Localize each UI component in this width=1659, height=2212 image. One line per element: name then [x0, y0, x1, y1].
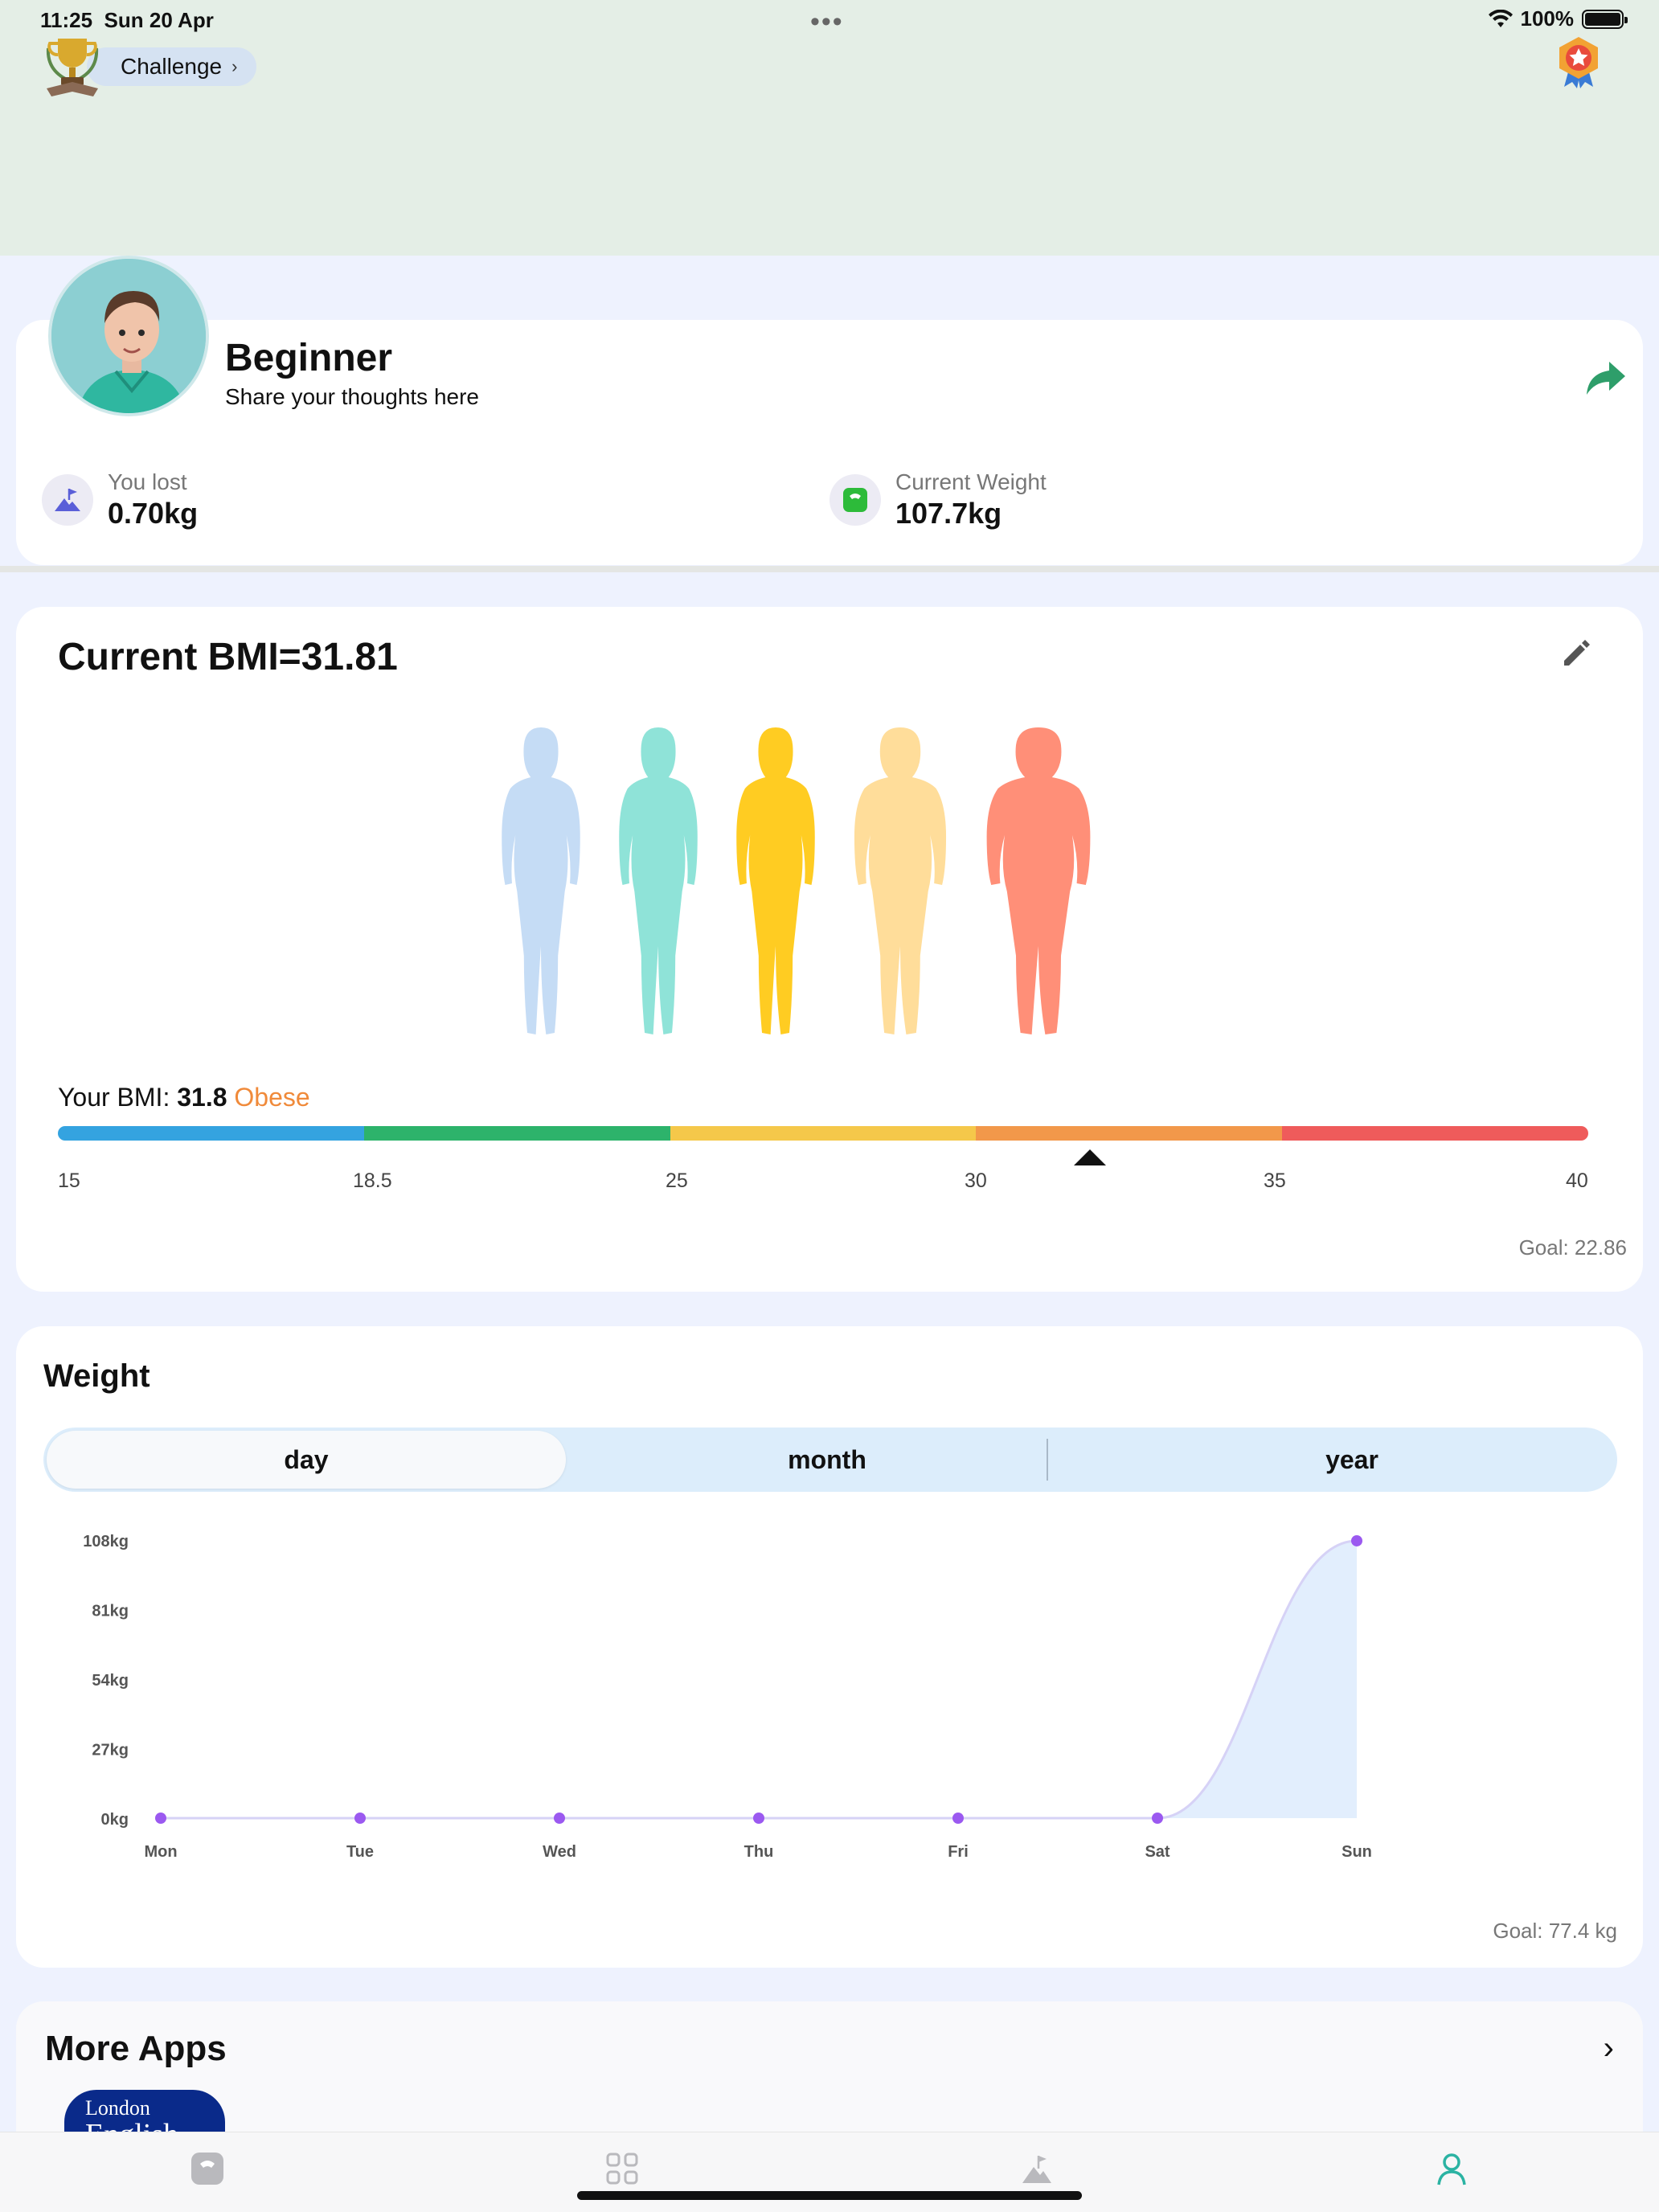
series-line [161, 1539, 1358, 1820]
mountain-tab-icon[interactable] [1019, 2151, 1055, 2186]
x-tick-label: Sun [1342, 1843, 1372, 1861]
status-indicators: 100% [1488, 6, 1628, 31]
body-figure-icon [986, 727, 1091, 1034]
segment-separator [1047, 1439, 1048, 1481]
star-badge-icon[interactable] [1555, 35, 1603, 88]
edit-pencil-icon[interactable] [1559, 637, 1593, 670]
challenge-label: Challenge [121, 54, 223, 79]
y-tick-label: 0kg [101, 1811, 129, 1829]
bmi-bar-segment [670, 1126, 977, 1141]
bmi-bar-segment [58, 1126, 364, 1141]
bmi-scale-bar [58, 1126, 1588, 1141]
stat-lost-label: You lost [108, 469, 187, 494]
x-tick-label: Fri [948, 1843, 969, 1861]
battery-percent: 100% [1520, 6, 1575, 31]
scale-tab-icon[interactable] [190, 2151, 225, 2186]
bmi-tick: 35 [1264, 1169, 1286, 1192]
body-figure-icon [736, 727, 815, 1034]
mountain-flag-icon [42, 474, 93, 526]
bottom-tab-bar [0, 2132, 1659, 2212]
stat-weight-label: Current Weight [895, 469, 1047, 494]
data-point [155, 1813, 166, 1824]
data-point [554, 1813, 565, 1824]
bmi-marker-icon [1074, 1149, 1106, 1165]
trophy-icon [46, 39, 99, 96]
bmi-tick: 25 [666, 1169, 688, 1192]
avatar-image [51, 259, 206, 413]
share-thoughts-text[interactable]: Share your thoughts here [225, 384, 479, 410]
bmi-tick: 15 [58, 1169, 80, 1192]
y-tick-label: 81kg [92, 1603, 129, 1620]
tab-day[interactable]: day [47, 1431, 566, 1489]
level-title: Beginner [225, 337, 393, 379]
chevron-right-icon[interactable]: › [1604, 2030, 1614, 2067]
body-figure-icon [854, 727, 947, 1034]
more-apps-title: More Apps [45, 2029, 227, 2068]
stat-lost: You lost 0.70kg [42, 469, 198, 530]
data-point [1152, 1813, 1163, 1824]
bmi-bar-segment [976, 1126, 1283, 1141]
weight-chart: 108kg 81kg 54kg 27kg 0kg Mon Tue Wed Thu Fri Sat Su… [83, 1533, 1372, 1861]
data-point [1351, 1534, 1362, 1546]
stat-lost-value: 0.70kg [108, 497, 199, 530]
data-point [952, 1813, 964, 1824]
chevron-right-icon: › [231, 56, 238, 76]
x-tick-label: Sat [1145, 1843, 1169, 1861]
bmi-tick: 30 [965, 1169, 987, 1192]
weight-title: Weight [43, 1358, 150, 1394]
bmi-title: Current BMI=31.81 [58, 636, 398, 678]
bmi-bar-segment [363, 1126, 670, 1141]
multitask-dots-icon[interactable]: ••• [810, 6, 844, 38]
your-bmi-value: 31.8 [177, 1083, 227, 1112]
x-tick-label: Tue [346, 1843, 374, 1861]
avatar[interactable] [48, 256, 209, 416]
grid-tab-icon[interactable] [604, 2151, 640, 2186]
stat-weight-value: 107.7kg [895, 497, 1002, 530]
y-tick-label: 108kg [83, 1533, 129, 1550]
section-divider [0, 566, 1659, 572]
battery-icon [1582, 9, 1628, 29]
home-indicator [577, 2191, 1082, 2200]
weight-goal: Goal: 77.4 kg [1493, 1919, 1617, 1943]
y-tick-label: 54kg [92, 1672, 129, 1690]
bmi-tick: 40 [1566, 1169, 1588, 1192]
your-bmi-line: Your BMI: 31.8 Obese [58, 1083, 310, 1112]
bmi-body-figures [498, 727, 1095, 1041]
challenge-pill[interactable]: Challenge › [87, 47, 257, 86]
challenge-button[interactable]: Challenge › [40, 32, 257, 101]
tab-month[interactable]: month [567, 1428, 1087, 1492]
x-tick-label: Wed [543, 1843, 576, 1861]
bmi-bar-segment [1282, 1126, 1588, 1141]
your-bmi-label: Your BMI: [58, 1083, 170, 1112]
stat-current-weight: Current Weight 107.7kg [830, 469, 1047, 530]
status-time: 11:25 Sun 20 Apr [40, 8, 214, 32]
bmi-tick: 18.5 [353, 1169, 392, 1192]
tab-year[interactable]: year [1088, 1428, 1616, 1492]
share-icon[interactable] [1585, 360, 1627, 397]
bmi-category: Obese [234, 1083, 310, 1112]
profile-tab-icon[interactable] [1434, 2151, 1469, 2186]
y-tick-label: 27kg [92, 1742, 129, 1759]
period-segmented-control: day month year [43, 1428, 1617, 1492]
body-figure-icon [502, 727, 580, 1034]
body-figure-icon [619, 727, 698, 1034]
x-tick-label: Thu [744, 1843, 774, 1861]
wifi-icon [1488, 9, 1513, 27]
bmi-goal: Goal: 22.86 [1518, 1235, 1627, 1260]
data-point [354, 1813, 366, 1824]
x-tick-label: Mon [144, 1843, 177, 1861]
data-point [753, 1813, 764, 1824]
scale-icon [830, 474, 881, 526]
